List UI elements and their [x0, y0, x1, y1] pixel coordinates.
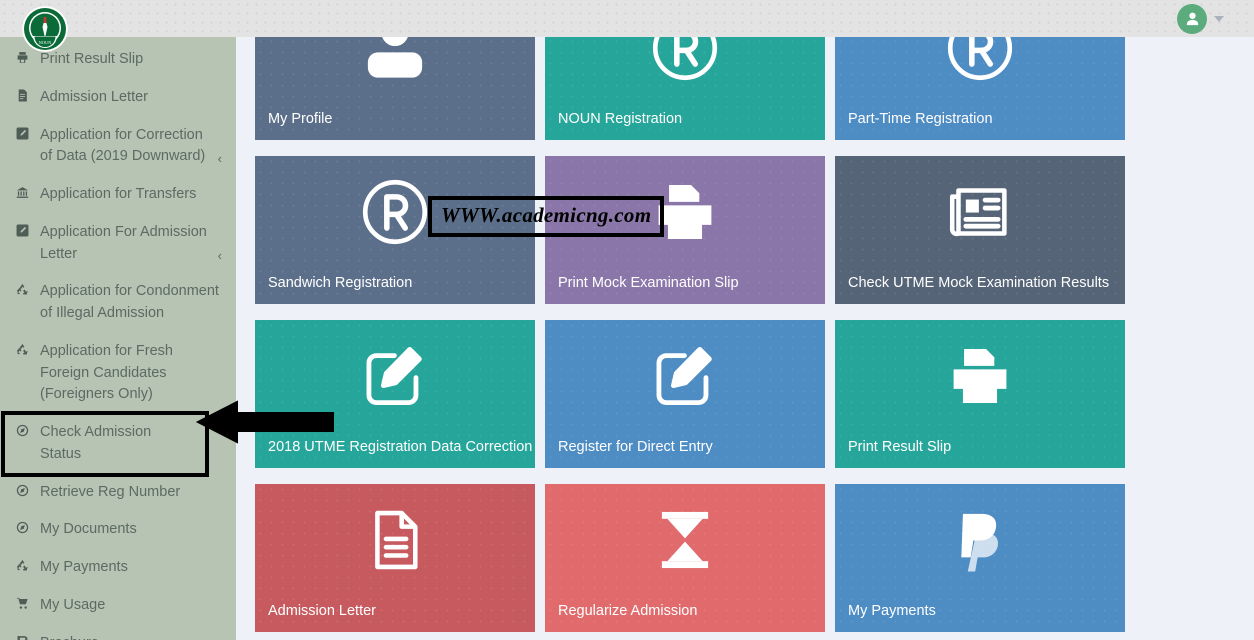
sidebar-item-label: My Usage	[40, 596, 106, 613]
tile-noun-registration[interactable]: NOUN Registration	[545, 37, 825, 140]
sidebar-item-label: Application for Condonment of Illegal Ad…	[40, 283, 219, 321]
dashboard-tile-grid: My Profile NOUN Registration Part-Time Reg…	[255, 37, 1254, 632]
sidebar-item-admission-letter[interactable]: Admission Letter	[0, 79, 236, 117]
sidebar-item-label: My Payments	[40, 559, 128, 575]
paypal-icon	[835, 484, 1125, 596]
tile-label: Print Result Slip	[848, 439, 952, 455]
sidebar-item-application-for-correction-of-data-2019-downward[interactable]: Application for Correction of Data (2019…	[0, 117, 236, 177]
bank-icon	[16, 184, 36, 205]
printer-icon	[545, 156, 825, 268]
tile-label: Admission Letter	[268, 603, 376, 619]
chevron-left-icon[interactable]: ‹	[218, 149, 222, 169]
avatar[interactable]	[1177, 4, 1207, 34]
tile-label: NOUN Registration	[558, 111, 683, 127]
user-avatar-icon	[1186, 12, 1198, 25]
tile-label: My Payments	[848, 603, 936, 619]
tile-regularize-admission[interactable]: Regularize Admission	[545, 484, 825, 632]
sidebar-item-label: Admission Letter	[40, 88, 148, 105]
hourglass-icon	[545, 484, 825, 596]
edit-square-icon	[255, 320, 535, 432]
sidebar-item-retrieve-reg-number[interactable]: Retrieve Reg Number	[0, 474, 236, 512]
compass-icon	[16, 519, 36, 540]
sidebar-item-application-for-admission-letter[interactable]: Application For Admission Letter ‹	[0, 214, 236, 274]
tile-part-time-registration[interactable]: Part-Time Registration	[835, 37, 1125, 140]
noun-university-seal-logo: NOUN	[20, 5, 70, 55]
registered-r-icon	[255, 156, 535, 268]
registered-r-icon	[545, 37, 825, 104]
sidebar-item-my-payments[interactable]: My Payments	[0, 549, 236, 587]
tile-label: 2018 UTME Registration Data Correction	[268, 439, 533, 455]
tile-label: Print Mock Examination Slip	[558, 275, 739, 291]
page-root: NOUN Print Result Slip Admission Letter Ap…	[0, 0, 1254, 640]
sidebar-item-brochure[interactable]: Brochure	[0, 625, 236, 640]
tile-sandwich-registration[interactable]: Sandwich Registration	[255, 156, 535, 304]
chevron-down-icon[interactable]	[1214, 16, 1224, 22]
top-bar	[0, 0, 1254, 37]
compass-icon	[16, 422, 36, 443]
account-menu[interactable]	[1177, 4, 1224, 34]
edit-square-icon	[16, 125, 36, 146]
tile-label: Sandwich Registration	[268, 275, 413, 291]
tile-label: Check UTME Mock Examination Results	[848, 275, 1110, 291]
tile-label: Part-Time Registration	[848, 111, 993, 127]
main-content: My Profile NOUN Registration Part-Time Reg…	[236, 37, 1254, 640]
sidebar-item-label: Retrieve Reg Number	[40, 483, 181, 500]
tile-my-payments[interactable]: My Payments	[835, 484, 1125, 632]
tile-admission-letter[interactable]: Admission Letter	[255, 484, 535, 632]
compass-icon	[16, 482, 36, 503]
edit-square-icon	[545, 320, 825, 432]
chevron-left-icon[interactable]: ‹	[218, 246, 222, 266]
sidebar-item-label: My Documents	[40, 521, 137, 538]
sidebar-item-label: Brochure	[40, 633, 222, 640]
sidebar-item-label: Application for Fresh Foreign Candidates…	[40, 342, 173, 403]
tile-label: Register for Direct Entry	[558, 439, 713, 455]
sidebar-item-application-for-transfers[interactable]: Application for Transfers	[0, 176, 236, 214]
sidebar-item-label: Application For Admission Letter	[40, 223, 207, 262]
tile-register-for-direct-entry[interactable]: Register for Direct Entry	[545, 320, 825, 468]
sidebar-item-my-documents[interactable]: My Documents	[0, 511, 236, 549]
sidebar[interactable]: Print Result Slip Admission Letter Applica…	[0, 37, 236, 640]
registered-r-icon	[835, 37, 1125, 104]
recycle-icon	[16, 341, 36, 362]
svg-text:NOUN: NOUN	[39, 40, 51, 45]
tile-my-profile[interactable]: My Profile	[255, 37, 535, 140]
edit-square-icon	[16, 222, 36, 243]
sidebar-item-label: Application for Correction of Data (2019…	[40, 126, 206, 165]
newspaper-icon	[835, 156, 1125, 268]
tile-print-mock-examination-slip[interactable]: Print Mock Examination Slip	[545, 156, 825, 304]
printer-icon	[835, 320, 1125, 432]
sidebar-item-check-admission-status[interactable]: Check Admission Status	[1, 411, 209, 477]
sidebar-item-label: Application for Transfers	[40, 186, 197, 202]
book-icon	[16, 633, 36, 640]
sidebar-item-application-for-condonment-of-illegal-admission[interactable]: Application for Condonment of Illegal Ad…	[0, 273, 236, 333]
document-icon	[16, 87, 36, 108]
recycle-icon	[16, 281, 36, 302]
tile-label: My Profile	[268, 111, 333, 127]
recycle-icon	[16, 557, 36, 578]
cart-icon	[16, 595, 36, 616]
tile-print-result-slip[interactable]: Print Result Slip	[835, 320, 1125, 468]
sidebar-item-application-for-fresh-foreign-candidates-foreigners-only[interactable]: Application for Fresh Foreign Candidates…	[0, 333, 236, 414]
sidebar-item-my-usage[interactable]: My Usage	[0, 587, 236, 625]
tile-2018-utme-registration-data-correction[interactable]: 2018 UTME Registration Data Correction	[255, 320, 535, 468]
tile-check-utme-mock-examination-results[interactable]: Check UTME Mock Examination Results	[835, 156, 1125, 304]
document-lines-icon	[255, 484, 535, 596]
sidebar-item-label: Check Admission Status	[40, 424, 152, 462]
tile-label: Regularize Admission	[558, 603, 698, 619]
user-card-icon	[255, 37, 535, 104]
